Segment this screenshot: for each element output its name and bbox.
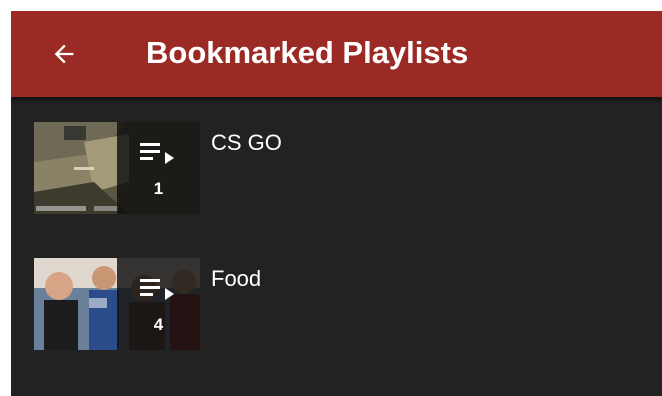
- playlist-title: Food: [211, 266, 262, 291]
- arrow-left-icon: [50, 40, 78, 68]
- playlist-item-food[interactable]: 4 Food: [11, 233, 662, 369]
- back-button[interactable]: [39, 29, 89, 79]
- playlist-play-icon: [140, 279, 174, 300]
- thumbnail-overlay: 1: [117, 122, 200, 214]
- page-title: Bookmarked Playlists: [146, 35, 469, 70]
- app-screen: Bookmarked Playlists 1 CS GO 4 Food: [11, 11, 662, 396]
- playlist-thumbnail: 4: [34, 258, 200, 350]
- thumbnail-overlay: 4: [117, 258, 200, 350]
- playlist-thumbnail: 1: [34, 122, 200, 214]
- playlist-title: CS GO: [211, 130, 282, 155]
- playlist-item-cs-go[interactable]: 1 CS GO: [11, 97, 662, 233]
- video-count: 1: [153, 179, 164, 198]
- playlist-play-icon: [140, 143, 174, 164]
- video-count: 4: [153, 315, 164, 334]
- app-bar: Bookmarked Playlists: [11, 11, 662, 97]
